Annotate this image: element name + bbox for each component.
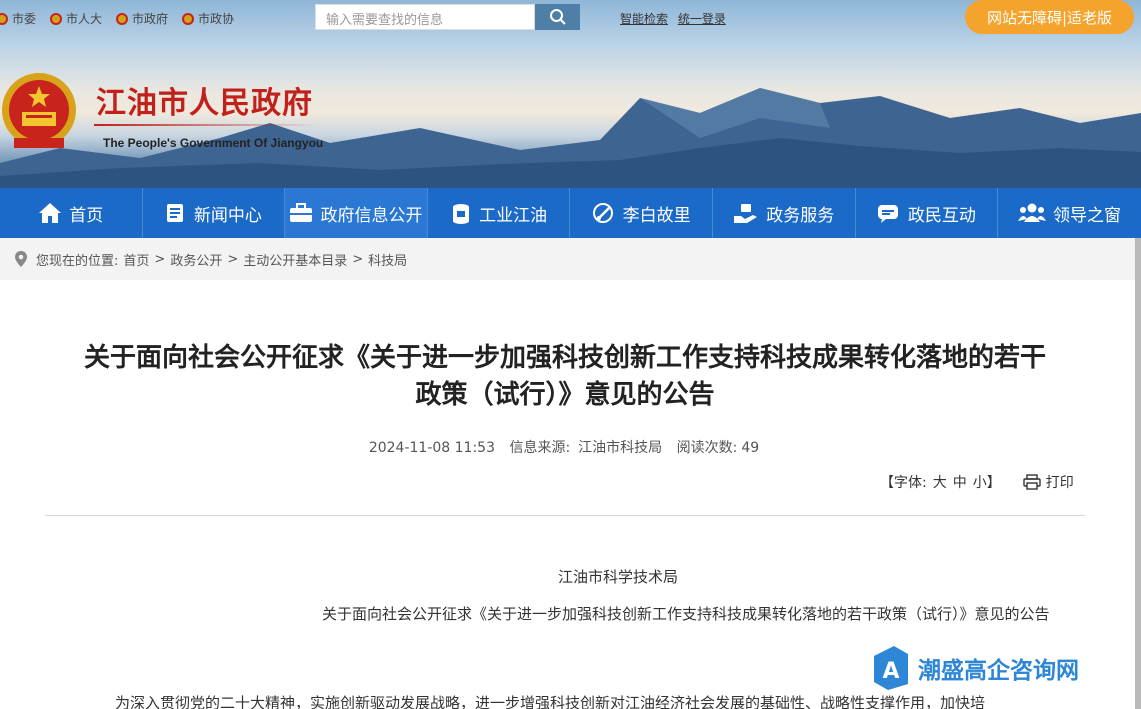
body-title-paragraph: 关于面向社会公开征求《关于进一步加强科技创新工作支持科技成果转化落地的若干政策（…	[322, 605, 1050, 623]
breadcrumb-bureau[interactable]: 科技局	[368, 250, 407, 269]
font-size-medium[interactable]: 中	[953, 472, 967, 492]
nav-label: 首页	[69, 205, 104, 226]
emblem-icon	[50, 12, 63, 25]
nav-item-home[interactable]: 首页	[0, 188, 143, 238]
font-size-close: 】	[986, 475, 1001, 491]
body-first-paragraph: 为深入贯彻党的二十大精神，实施创新驱动发展战略，进一步增强科技创新对江油经济社会…	[115, 694, 986, 709]
link-npc[interactable]: 市人大	[50, 10, 102, 27]
factory-icon	[453, 204, 470, 224]
reads-label: 阅读次数: 49	[677, 440, 760, 456]
nav-label: 政务服务	[766, 205, 835, 226]
people-icon	[1017, 203, 1046, 222]
national-emblem-logo	[2, 73, 76, 148]
breadcrumb-home[interactable]: 首页	[123, 250, 149, 269]
top-utility-bar: 市委 市人大 市政府 市政协 输入需要查找的信息 智能检索 统一登录 网站无障碍…	[0, 0, 1141, 36]
breadcrumb: 您现在的位置: 首页 > 政务公开 > 主动公开基本目录 > 科技局	[0, 238, 1135, 280]
search-input[interactable]: 输入需要查找的信息	[315, 4, 535, 30]
article-title: 关于面向社会公开征求《关于进一步加强科技创新工作支持科技成果转化落地的若干 政策…	[40, 340, 1090, 414]
search-button[interactable]	[535, 4, 580, 30]
smart-search-link[interactable]: 智能检索	[620, 12, 668, 26]
link-label: 市人大	[66, 12, 103, 26]
nav-label: 政民互动	[907, 205, 976, 226]
reads-label-text: 阅读次数:	[676, 440, 738, 456]
location-pin-icon	[15, 251, 27, 267]
nav-item-services[interactable]: 政务服务	[713, 188, 856, 238]
link-cppcc[interactable]: 市政协	[182, 10, 234, 27]
title-underline	[94, 124, 319, 126]
nav-label: 工业江油	[479, 205, 548, 226]
article-meta: 2024-11-08 11:53 信息来源: 江油市科技局 阅读次数: 49	[0, 437, 1128, 457]
watermark: A 潮盛高企咨询网	[872, 644, 1079, 692]
accessibility-button[interactable]: 网站无障碍|适老版	[965, 0, 1134, 34]
nav-item-libai[interactable]: 李白故里	[570, 188, 713, 238]
breadcrumb-gov-affairs[interactable]: 政务公开	[170, 250, 222, 269]
breadcrumb-directory[interactable]: 主动公开基本目录	[243, 250, 347, 269]
chat-icon	[877, 205, 898, 223]
party-emblem-icon	[0, 12, 8, 25]
nav-item-industry[interactable]: 工业江油	[428, 188, 571, 238]
top-right-links: 智能检索 统一登录	[620, 10, 732, 27]
divider	[45, 515, 1085, 516]
watermark-text: 潮盛高企咨询网	[918, 657, 1079, 684]
nav-label: 新闻中心	[193, 205, 262, 226]
font-size-label: 【字体:	[880, 475, 927, 491]
breadcrumb-prefix: 您现在的位置:	[36, 253, 119, 269]
service-icon	[734, 204, 758, 223]
nav-item-gov-info[interactable]: 政府信息公开	[285, 188, 428, 238]
breadcrumb-separator: >	[154, 251, 166, 267]
link-label: 市政协	[198, 12, 235, 26]
nav-label: 政府信息公开	[320, 205, 423, 226]
breadcrumb-separator: >	[227, 251, 239, 267]
print-icon	[1023, 474, 1041, 490]
search-icon	[549, 9, 566, 25]
emblem-icon	[182, 12, 195, 25]
font-size-small[interactable]: 小	[973, 472, 987, 492]
article-tools: 【字体: 大 中 小 】 打印	[880, 472, 1074, 492]
nav-item-leaders[interactable]: 领导之窗	[998, 188, 1141, 238]
emblem-icon	[116, 12, 129, 25]
source-value: 江油市科技局	[578, 440, 663, 456]
main-nav: 首页 新闻中心 政府信息公开 工业江油 李白故里 政务服务 政民互动 领导之窗	[0, 188, 1141, 238]
watermark-logo: A	[874, 646, 908, 690]
print-label: 打印	[1045, 475, 1074, 491]
briefcase-icon	[290, 203, 313, 222]
source-label-text: 信息来源:	[509, 440, 571, 456]
article-date: 2024-11-08 11:53	[368, 440, 495, 456]
issuing-organization: 江油市科学技术局	[557, 568, 678, 586]
article-title-line1: 关于面向社会公开征求《关于进一步加强科技创新工作支持科技成果转化落地的若干	[83, 343, 1046, 373]
link-government[interactable]: 市政府	[116, 10, 168, 27]
font-size-large[interactable]: 大	[933, 472, 947, 492]
scrollbar[interactable]	[1135, 238, 1141, 709]
watermark-badge-letter: A	[882, 659, 899, 684]
newspaper-icon	[166, 204, 183, 222]
reads-count: 49	[741, 440, 760, 456]
link-label: 市委	[12, 12, 37, 26]
site-title: 江油市人民政府	[96, 86, 313, 121]
link-label: 市政府	[132, 12, 169, 26]
search-box: 输入需要查找的信息	[315, 4, 580, 30]
nav-item-interaction[interactable]: 政民互动	[856, 188, 999, 238]
nav-label: 李白故里	[622, 205, 691, 226]
source-label: 信息来源: 江油市科技局	[509, 440, 662, 456]
top-links: 市委 市人大 市政府 市政协	[0, 10, 248, 27]
nav-label: 领导之窗	[1052, 205, 1121, 226]
article-title-line2: 政策（试行）》意见的公告	[415, 380, 715, 410]
nav-item-news[interactable]: 新闻中心	[143, 188, 286, 238]
unified-login-link[interactable]: 统一登录	[678, 12, 726, 26]
site-subtitle: The People's Government Of Jiangyou	[103, 136, 324, 150]
print-button[interactable]: 打印	[1023, 472, 1074, 492]
link-party-committee[interactable]: 市委	[0, 10, 36, 27]
home-icon	[39, 203, 62, 223]
breadcrumb-separator: >	[352, 251, 364, 267]
brush-icon	[592, 203, 613, 223]
